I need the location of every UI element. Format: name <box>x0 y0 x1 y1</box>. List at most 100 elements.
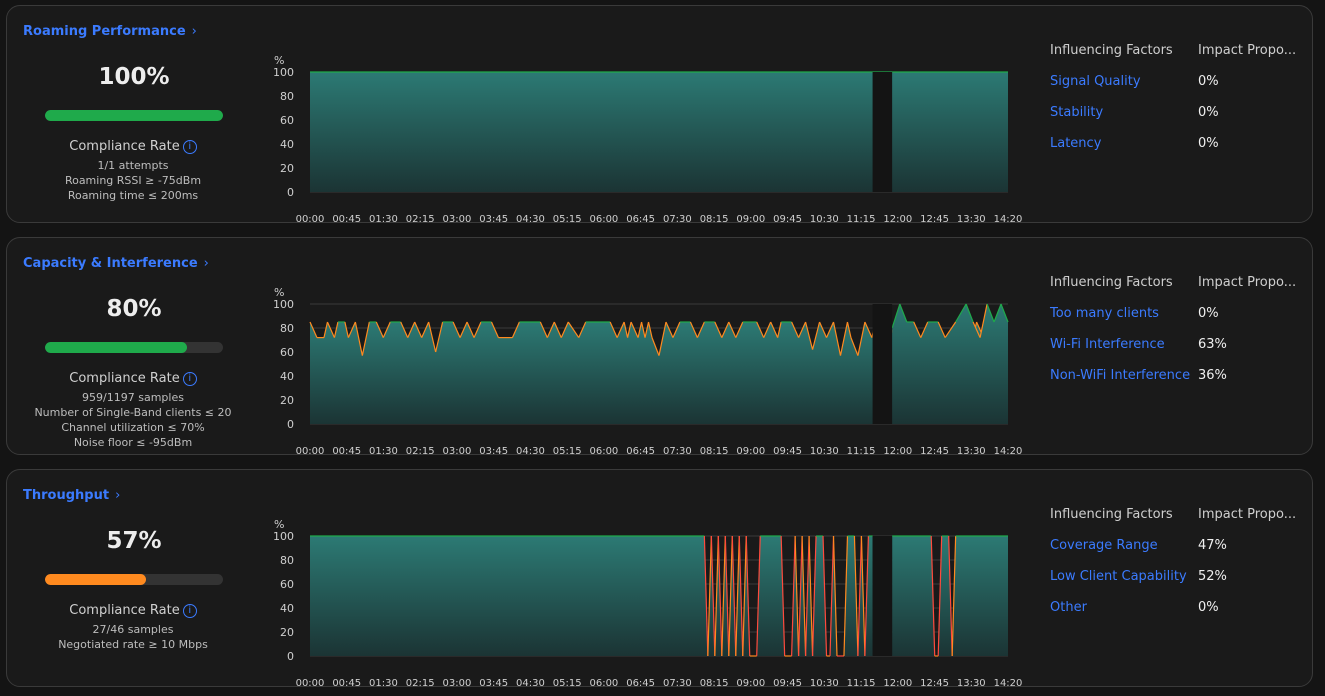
x-tick-label: 09:00 <box>736 446 765 457</box>
chart-svg: %10080604020000:00 00:45 01:30 02:15 03:00 03… <box>273 518 1023 689</box>
panel-title-link[interactable]: Throughput › <box>23 488 120 503</box>
factors-header: Influencing Factors Impact Propo... <box>1050 43 1305 74</box>
factor-link[interactable]: Too many clients <box>1050 306 1198 321</box>
x-tick-label: 12:00 <box>883 678 912 689</box>
factor-impact: 0% <box>1198 600 1219 615</box>
x-tick-label: 12:00 <box>883 214 912 225</box>
x-tick-label: 09:45 <box>773 214 802 225</box>
panel-title-link[interactable]: Capacity & Interference › <box>23 256 209 271</box>
influencing-factors-table: Influencing Factors Impact Propo... Too m… <box>1050 275 1305 399</box>
y-tick-label: 100 <box>273 298 294 311</box>
no-data-gap <box>872 72 893 192</box>
factor-row: Coverage Range 47% <box>1050 538 1305 569</box>
x-tick-label: 14:20 <box>994 446 1023 457</box>
y-tick-label: 0 <box>287 418 294 431</box>
factor-impact: 52% <box>1198 569 1227 584</box>
x-tick-label: 06:45 <box>626 446 655 457</box>
x-tick-label: 01:30 <box>369 214 398 225</box>
x-tick-label: 03:00 <box>443 678 472 689</box>
y-tick-label: 0 <box>287 186 294 199</box>
factor-row: Latency 0% <box>1050 136 1305 167</box>
x-tick-label: 13:30 <box>957 446 986 457</box>
x-tick-label: 08:15 <box>700 446 729 457</box>
x-tick-label: 06:45 <box>626 678 655 689</box>
compliance-details: 27/46 samples Negotiated rate ≥ 10 Mbps <box>7 622 259 652</box>
x-tick-label: 02:15 <box>406 678 435 689</box>
factor-link[interactable]: Latency <box>1050 136 1198 151</box>
x-tick-label: 00:45 <box>332 446 361 457</box>
y-tick-label: 80 <box>280 322 294 335</box>
panel-title-link[interactable]: Roaming Performance › <box>23 24 197 39</box>
info-icon[interactable]: i <box>182 140 197 154</box>
y-tick-label: 20 <box>280 162 294 175</box>
factor-link[interactable]: Stability <box>1050 105 1198 120</box>
x-tick-label: 13:30 <box>957 678 986 689</box>
x-tick-label: 00:00 <box>296 214 325 225</box>
info-icon[interactable]: i <box>182 604 197 618</box>
x-tick-label: 05:15 <box>553 678 582 689</box>
y-tick-label: 60 <box>280 578 294 591</box>
x-tick-label: 14:20 <box>994 214 1023 225</box>
factor-impact: 47% <box>1198 538 1227 553</box>
x-tick-label: 06:00 <box>589 214 618 225</box>
x-tick-label: 06:00 <box>589 446 618 457</box>
x-tick-label: 01:30 <box>369 446 398 457</box>
x-tick-label: 00:00 <box>296 678 325 689</box>
influencing-factors-table: Influencing Factors Impact Propo... Cover… <box>1050 507 1305 631</box>
factor-link[interactable]: Non-WiFi Interference <box>1050 368 1198 383</box>
factors-header-name: Influencing Factors <box>1050 43 1173 58</box>
x-tick-label: 00:45 <box>332 678 361 689</box>
x-tick-label: 08:15 <box>700 678 729 689</box>
x-tick-label: 01:30 <box>369 678 398 689</box>
factor-impact: 63% <box>1198 337 1227 352</box>
x-tick-label: 12:45 <box>920 678 949 689</box>
panel-title[interactable]: Throughput <box>23 488 109 503</box>
factor-link[interactable]: Low Client Capability <box>1050 569 1198 584</box>
panel-title[interactable]: Capacity & Interference <box>23 256 198 271</box>
y-tick-label: 80 <box>280 90 294 103</box>
factor-impact: 0% <box>1198 306 1219 321</box>
y-tick-label: 100 <box>273 66 294 79</box>
info-icon[interactable]: i <box>182 372 197 386</box>
factor-row: Other 0% <box>1050 600 1305 631</box>
y-tick-label: 100 <box>273 530 294 543</box>
x-tick-label: 09:45 <box>773 678 802 689</box>
compliance-percent: 100% <box>98 64 170 90</box>
x-tick-label: 05:15 <box>553 214 582 225</box>
x-tick-label: 05:15 <box>553 446 582 457</box>
factor-link[interactable]: Wi-Fi Interference <box>1050 337 1198 352</box>
progress-fill <box>45 574 147 585</box>
trend-chart: % 100 80 60 40 20 0 00:00 00:45 01:30 02:15 03:00 03… <box>262 278 1022 458</box>
factors-header-impact: Impact Propo... <box>1198 43 1297 58</box>
factor-row: Signal Quality 0% <box>1050 74 1305 105</box>
factor-link[interactable]: Signal Quality <box>1050 74 1198 89</box>
x-tick-label: 06:00 <box>589 678 618 689</box>
chevron-right-icon[interactable]: › <box>192 24 197 39</box>
compliance-details: 1/1 attempts Roaming RSSI ≥ -75dBm Roaming… <box>7 158 259 203</box>
factor-row: Too many clients 0% <box>1050 306 1305 337</box>
factors-header: Influencing Factors Impact Propo... <box>1050 507 1305 538</box>
series-area <box>310 536 873 656</box>
compliance-progress-bar <box>45 110 223 121</box>
y-tick-label: 20 <box>280 394 294 407</box>
x-tick-label: 04:30 <box>516 678 545 689</box>
x-tick-label: 09:00 <box>736 678 765 689</box>
chevron-right-icon[interactable]: › <box>115 488 120 503</box>
x-tick-label: 10:30 <box>810 446 839 457</box>
series-area <box>310 72 1008 192</box>
x-tick-label: 02:15 <box>406 446 435 457</box>
factor-link[interactable]: Other <box>1050 600 1198 615</box>
x-tick-label: 11:15 <box>847 214 876 225</box>
x-tick-label: 04:30 <box>516 214 545 225</box>
panel-title[interactable]: Roaming Performance <box>23 24 186 39</box>
chevron-right-icon[interactable]: › <box>204 256 209 271</box>
y-tick-label: 80 <box>280 554 294 567</box>
trend-chart: % 100 80 60 40 20 0 00:00 00:45 01:30 02:15 03:00 03… <box>262 510 1022 690</box>
x-tick-label: 14:20 <box>994 678 1023 689</box>
x-tick-label: 03:00 <box>443 446 472 457</box>
detail-line: Channel utilization ≤ 70% <box>61 421 205 434</box>
factors-header: Influencing Factors Impact Propo... <box>1050 275 1305 306</box>
progress-fill <box>45 342 188 353</box>
compliance-progress-bar <box>45 342 223 353</box>
factor-link[interactable]: Coverage Range <box>1050 538 1198 553</box>
